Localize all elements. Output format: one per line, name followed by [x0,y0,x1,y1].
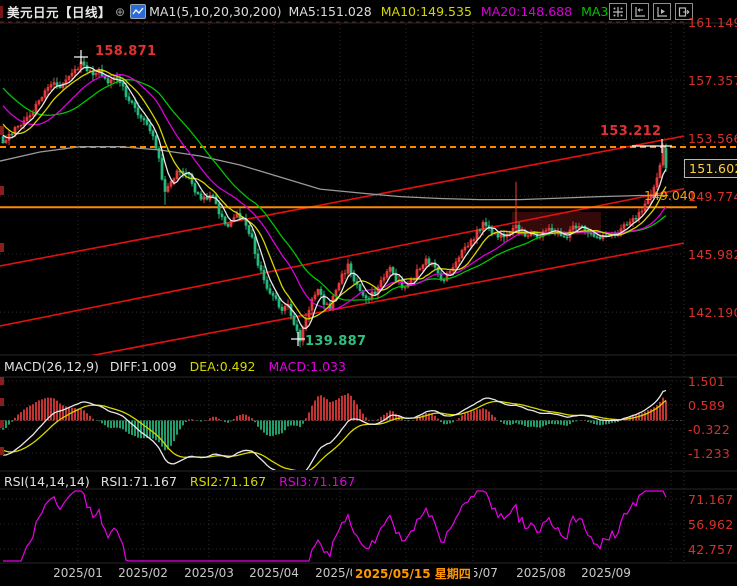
peak-price-annotation: 158.871 [95,44,156,59]
price-axis-label: 145.982 [688,247,737,262]
ma200-line [0,147,668,200]
current-price-badge: 151.602 [684,159,737,178]
trading-app-window: 美元日元【日线】 ⊕ MA1(5,10,20,30,200) MA5:151.0… [0,0,737,586]
rsi-axis-label: 42.757 [688,542,734,557]
month-axis-label: 2025/03 [184,566,234,580]
rsi3-value: RSI3:71.167 [279,474,355,489]
chart-type-icon[interactable] [130,4,146,19]
month-axis-label: 2025/04 [249,566,299,580]
breakout-price-annotation: 153.212 [600,124,661,139]
clipped-axis-fragment [0,420,4,428]
clipped-axis-fragment [0,377,4,385]
selected-date-label: 2025/05/15 星期四 [352,565,474,582]
trough-price-annotation: 139.887 [305,334,366,349]
trend-lines[interactable] [0,126,737,373]
price-axis-label: 157.357 [688,73,737,88]
chart-toolbar [609,3,693,20]
price-axis-label: 161.149 [688,15,737,30]
diff-value: DIFF:1.009 [110,359,177,374]
macd-axis-label: 0.589 [688,398,725,413]
add-indicator-icon[interactable]: ⊕ [115,5,125,19]
rsi-axis-label: 71.167 [688,492,734,507]
month-axis-label: 2025/01 [53,566,103,580]
macd-axis-label: -1.233 [688,446,730,461]
axis-range-left-icon[interactable] [631,3,649,20]
price-axis-label: 142.190 [688,305,737,320]
price-axis-label: 153.566 [688,131,737,146]
price-axis-label: 149.774 [688,189,737,204]
month-axis-label: 2025/08 [516,566,566,580]
macd-plot [3,391,666,475]
macd-axis-label: 1.501 [688,374,725,389]
rsi-line [3,491,666,561]
ma20-value: MA20:148.688 [481,4,572,19]
macd-settings-label[interactable]: MACD(26,12,9) [4,359,99,374]
rsi-pane-header: RSI(14,14,14) RSI1:71.167 RSI2:71.167 RS… [4,474,355,489]
rsi-axis-label: 56.962 [688,517,734,532]
macd-pane-header: MACD(26,12,9) DIFF:1.009 DEA:0.492 MACD:… [4,359,346,374]
clipped-axis-fragment [0,447,4,455]
axis-play-icon[interactable] [653,3,671,20]
clipped-axis-fragment [0,398,4,406]
rsi1-value: RSI1:71.167 [101,474,177,489]
ma5-value: MA5:151.028 [289,4,372,19]
macd-value: MACD:1.033 [268,359,345,374]
rsi2-value: RSI2:71.167 [190,474,266,489]
dea-value: DEA:0.492 [190,359,256,374]
edge-fragment [0,6,3,18]
rsi-settings-label[interactable]: RSI(14,14,14) [4,474,90,489]
ma10-value: MA10:149.535 [381,4,472,19]
clipped-axis-fragment [0,186,4,195]
month-axis-label: 2025/09 [581,566,631,580]
ma-settings-label[interactable]: MA1(5,10,20,30,200) [149,4,281,19]
macd-axis-label: -0.322 [688,422,730,437]
clipped-axis-fragment [0,243,4,252]
symbol-title: 美元日元【日线】 [7,2,111,21]
chart-canvas[interactable] [0,0,737,586]
pan-icon[interactable] [609,3,627,20]
clipped-axis-fragment [0,126,4,135]
month-axis-label: 2025/02 [118,566,168,580]
